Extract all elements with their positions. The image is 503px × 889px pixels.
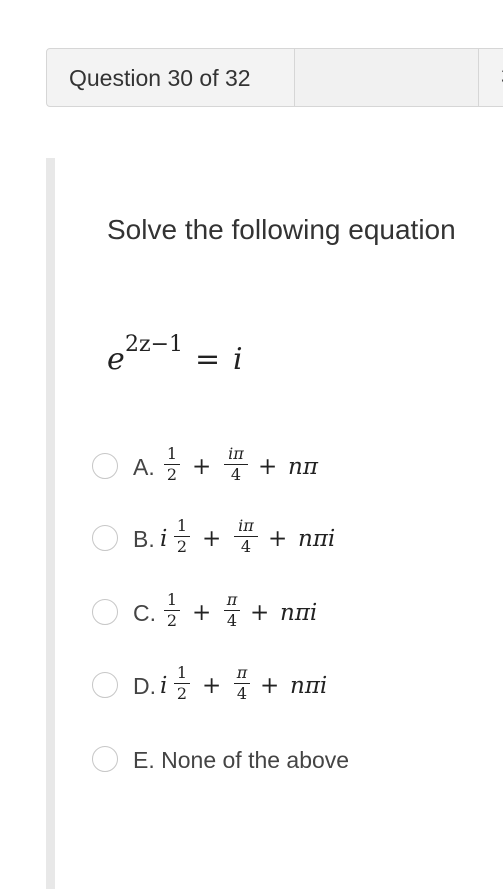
question-accent-bar xyxy=(46,158,55,889)
plus-sign: + xyxy=(192,600,212,626)
fraction-denominator: 4 xyxy=(240,537,252,556)
fraction-denominator: 2 xyxy=(166,611,178,630)
option-letter: C. xyxy=(133,600,156,626)
plus-sign: + xyxy=(192,454,212,480)
fraction-numerator: 1 xyxy=(166,590,178,609)
fraction: iπ 4 xyxy=(224,446,248,483)
plus-sign: + xyxy=(268,526,288,552)
option-letter: A. xyxy=(133,454,155,480)
fraction: 1 2 xyxy=(174,518,190,555)
option-term: nπi xyxy=(298,526,336,552)
option-e[interactable]: E. None of the above xyxy=(92,741,492,781)
option-label: E. None of the above xyxy=(133,747,350,773)
option-c[interactable]: C. 1 2 + π 4 + nπi xyxy=(92,592,492,634)
radio-button[interactable] xyxy=(92,453,118,479)
fraction-denominator: 4 xyxy=(230,465,242,484)
fraction-denominator: 2 xyxy=(176,537,188,556)
question-nav-cell[interactable] xyxy=(295,49,478,106)
divider xyxy=(478,49,479,106)
plus-sign: + xyxy=(250,600,270,626)
fraction-denominator: 2 xyxy=(166,465,178,484)
radio-button[interactable] xyxy=(92,525,118,551)
radio-button[interactable] xyxy=(92,599,118,625)
fraction-denominator: 4 xyxy=(236,684,248,703)
fraction-numerator: π xyxy=(236,663,248,682)
plus-sign: + xyxy=(202,673,222,699)
question-prompt: Solve the following equation xyxy=(107,214,456,245)
fraction: 1 2 xyxy=(164,446,180,483)
fraction-numerator: iπ xyxy=(228,444,244,463)
fraction: π 4 xyxy=(224,592,240,629)
fraction: iπ 4 xyxy=(234,518,258,555)
option-term: nπ xyxy=(288,454,318,480)
option-a[interactable]: A. 1 2 + iπ 4 + nπ xyxy=(92,446,492,488)
fraction-numerator: π xyxy=(226,590,238,609)
equation-equals: = xyxy=(195,342,221,377)
equation-base: e xyxy=(107,342,125,377)
fraction-denominator: 4 xyxy=(226,611,238,630)
option-letter: D. xyxy=(133,673,156,699)
equation-exponent: 2z−1 xyxy=(125,332,183,357)
quiz-page: Question 30 of 32 3 Solve the following … xyxy=(0,0,503,889)
radio-button[interactable] xyxy=(92,672,118,698)
equation-rhs: i xyxy=(233,342,243,377)
fraction-numerator: 1 xyxy=(176,516,188,535)
fraction-numerator: 1 xyxy=(176,663,188,682)
fraction-numerator: iπ xyxy=(238,516,254,535)
fraction: 1 2 xyxy=(174,665,190,702)
fraction-denominator: 2 xyxy=(176,684,188,703)
fraction: 1 2 xyxy=(164,592,180,629)
option-term: nπi xyxy=(280,600,318,626)
option-letter: B. xyxy=(133,526,155,552)
question-counter: Question 30 of 32 xyxy=(69,65,251,91)
plus-sign: + xyxy=(260,673,280,699)
plus-sign: + xyxy=(258,454,278,480)
option-b[interactable]: B. i 1 2 + iπ 4 + nπi xyxy=(92,518,492,560)
option-term: nπi xyxy=(290,673,328,699)
equation-exponent-text: 2z−1 xyxy=(125,332,184,357)
plus-sign: + xyxy=(202,526,222,552)
fraction-numerator: 1 xyxy=(166,444,178,463)
question-navigation-bar: Question 30 of 32 3 xyxy=(46,48,503,107)
radio-button[interactable] xyxy=(92,746,118,772)
option-prefix: i xyxy=(160,526,168,552)
option-prefix: i xyxy=(160,673,168,699)
option-d[interactable]: D. i 1 2 + π 4 + nπi xyxy=(92,665,492,707)
fraction: π 4 xyxy=(234,665,250,702)
